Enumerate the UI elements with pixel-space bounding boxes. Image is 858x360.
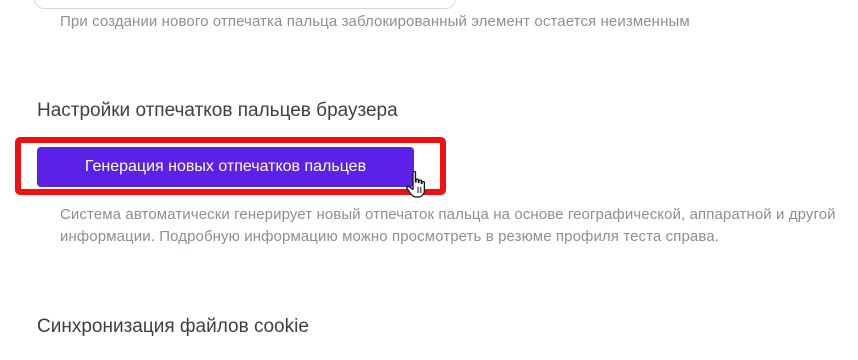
- settings-panel: При создании нового отпечатка пальца заб…: [0, 0, 858, 360]
- generate-fingerprint-button[interactable]: Генерация новых отпечатков пальцев: [37, 147, 414, 187]
- previous-setting-description: При создании нового отпечатка пальца заб…: [60, 13, 690, 30]
- fingerprint-settings-title: Настройки отпечатков пальцев браузера: [37, 100, 398, 121]
- previous-setting-card: [34, 0, 456, 9]
- cookie-sync-title: Синхронизация файлов cookie: [37, 316, 309, 337]
- fingerprint-settings-description: Система автоматически генерирует новый о…: [60, 206, 836, 245]
